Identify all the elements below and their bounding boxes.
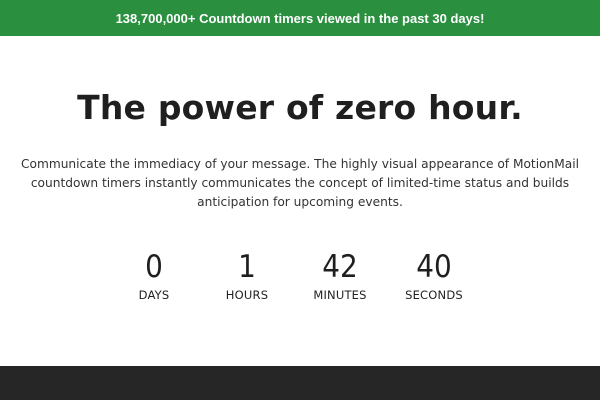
countdown-minutes: 42 MINUTES: [295, 248, 385, 302]
countdown-timer: 0 DAYS 1 HOURS 42 MINUTES 40 SECONDS: [0, 248, 600, 318]
countdown-minutes-value: 42: [322, 249, 358, 285]
promo-banner: 138,700,000+ Countdown timers viewed in …: [0, 0, 600, 36]
countdown-hours-value: 1: [238, 249, 256, 285]
countdown-minutes-label: MINUTES: [313, 288, 367, 302]
page-headline: The power of zero hour.: [77, 88, 523, 127]
countdown-seconds-value: 40: [416, 249, 452, 285]
countdown-days-value: 0: [145, 249, 163, 285]
countdown-hours: 1 HOURS: [202, 248, 292, 302]
countdown-seconds-label: SECONDS: [405, 288, 463, 302]
countdown-days-label: DAYS: [138, 288, 170, 302]
hero-description: Communicate the immediacy of your messag…: [20, 157, 580, 209]
countdown-days: 0 DAYS: [109, 248, 199, 302]
dark-footer-band: [0, 366, 600, 400]
promo-banner-text: 138,700,000+ Countdown timers viewed in …: [115, 10, 485, 26]
countdown-seconds: 40 SECONDS: [389, 248, 479, 302]
countdown-hours-label: HOURS: [225, 288, 269, 302]
